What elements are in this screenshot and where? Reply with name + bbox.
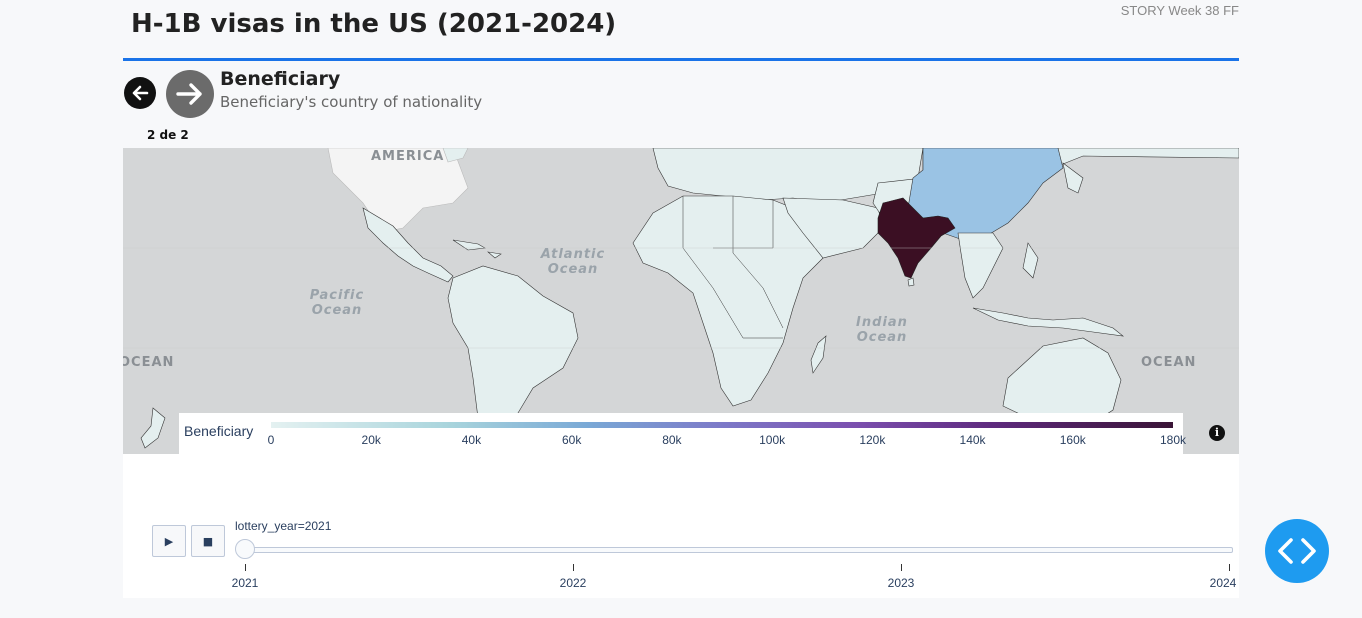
arrow-right-icon — [176, 83, 202, 105]
year-tick-label[interactable]: 2021 — [232, 576, 259, 590]
play-icon: ▶ — [164, 534, 174, 548]
step-title: Beneficiary — [220, 68, 341, 90]
colorbar-tick-label: 180k — [1159, 433, 1187, 447]
previous-step-button[interactable] — [124, 77, 156, 109]
colorbar-tick-label: 120k — [859, 433, 886, 447]
code-icon — [1278, 538, 1316, 564]
colorbar-title: Beneficiary — [184, 423, 254, 439]
world-map — [123, 148, 1239, 454]
colorbar-tick-label: 80k — [662, 433, 682, 447]
animation-controls: ▶ ■ lottery_year=2021 2021 2022 2023 2024 — [123, 454, 1239, 598]
year-tick — [573, 564, 574, 571]
atlantic-ocean-label: Atlantic Ocean — [540, 247, 606, 277]
colorbar-tick-label: 60k — [561, 433, 582, 447]
page-title: H-1B visas in the US (2021-2024) — [131, 9, 617, 39]
year-slider-handle[interactable] — [235, 539, 255, 559]
colorbar-tick-label: 20k — [361, 433, 381, 447]
year-tick-label[interactable]: 2023 — [888, 576, 915, 590]
play-button[interactable]: ▶ — [152, 525, 186, 557]
ocean-label-right: OCEAN — [1141, 355, 1197, 370]
colorbar-ticks: 0 20k 40k 60k 80k 100k 120k 140k 160k 180k — [267, 431, 1186, 451]
colorbar: Beneficiary 0 20k 40k 60k 80k 100k 120k 140k 160… — [179, 413, 1186, 454]
pacific-ocean-label: Pacific Ocean — [309, 288, 365, 318]
year-tick — [901, 564, 902, 571]
year-slider-track[interactable] — [245, 547, 1233, 553]
colorbar-tick-label: 140k — [959, 433, 986, 447]
year-tick — [1229, 564, 1230, 571]
choropleth-map[interactable]: AMERICA Atlantic Ocean Pacific Ocean Ind… — [123, 148, 1239, 454]
arrow-left-icon — [132, 85, 149, 101]
year-tick-label[interactable]: 2022 — [560, 576, 587, 590]
colorbar-tick-label: 40k — [461, 433, 482, 447]
step-subtitle: Beneficiary's country of nationality — [220, 93, 483, 111]
step-counter: 2 de 2 — [147, 128, 189, 142]
year-tick — [245, 564, 246, 571]
colorbar-tick-label: 160k — [1059, 433, 1086, 447]
colorbar-gradient — [271, 422, 1173, 428]
stop-icon: ■ — [202, 534, 214, 548]
ocean-label-left: OCEAN — [123, 355, 175, 370]
code-toggle-button[interactable] — [1265, 519, 1329, 583]
slider-current-value: lottery_year=2021 — [235, 519, 332, 533]
info-icon[interactable]: i — [1209, 425, 1225, 441]
colorbar-tick-label: 0 — [267, 433, 275, 447]
indian-ocean-label: Indian Ocean — [856, 315, 908, 345]
next-step-button[interactable] — [166, 70, 214, 118]
america-label: AMERICA — [371, 149, 445, 164]
title-divider — [123, 58, 1239, 61]
stop-button[interactable]: ■ — [191, 525, 225, 557]
story-tag: STORY Week 38 FF — [1120, 3, 1239, 18]
colorbar-tick-label: 100k — [759, 433, 786, 447]
year-tick-label[interactable]: 2024 — [1210, 576, 1237, 590]
